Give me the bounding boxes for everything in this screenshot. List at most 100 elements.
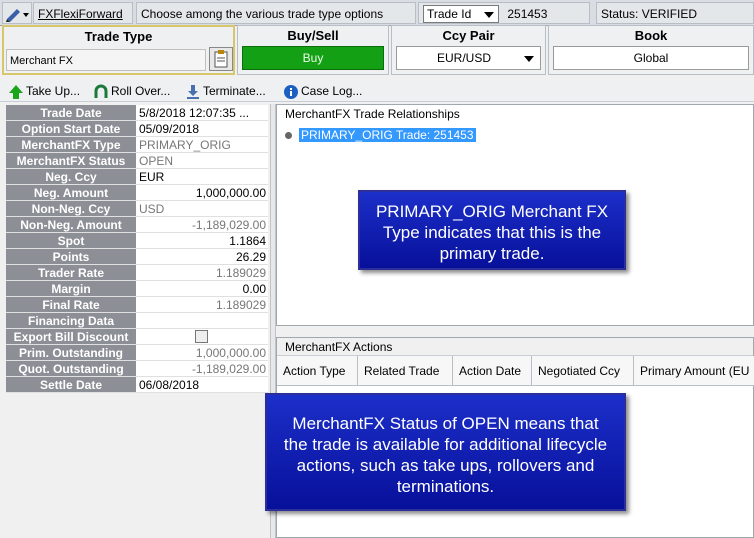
arrow-up-icon [9, 84, 23, 99]
tree-node-icon [285, 132, 292, 140]
field-row-trade-date: Trade Date 5/8/2018 12:07:35 ... [6, 105, 268, 121]
form-name-link[interactable]: FXFlexiForward [33, 2, 133, 24]
field-label: Trader Rate [6, 265, 137, 280]
field-value[interactable]: EUR [137, 169, 268, 184]
field-value: OPEN [137, 153, 268, 168]
roll-over-label: Roll Over... [111, 84, 171, 98]
book-title: Book [634, 28, 668, 43]
field-row-non-neg-amount: Non-Neg. Amount -1,189,029.00 [6, 217, 268, 233]
field-value: 1,000,000.00 [137, 345, 268, 360]
field-label: Neg. Ccy [6, 169, 137, 184]
field-value [137, 329, 268, 344]
column-header[interactable]: Action Date [453, 356, 532, 386]
field-value[interactable]: 05/09/2018 [137, 121, 268, 136]
relationship-item-label: PRIMARY_ORIG Trade: 251453 [299, 128, 476, 142]
column-header[interactable]: Negotiated Ccy [532, 356, 634, 386]
field-value: -1,189,029.00 [137, 361, 268, 376]
field-value: PRIMARY_ORIG [137, 137, 268, 152]
field-row-merchantfx-status: MerchantFX Status OPEN [6, 153, 268, 169]
field-label: Non-Neg. Ccy [6, 201, 137, 216]
roll-over-button[interactable]: Roll Over... [93, 82, 170, 100]
field-row-final-rate: Final Rate 1.189029 [6, 297, 268, 313]
export-bill-discount-checkbox[interactable] [195, 330, 208, 343]
terminate-label: Terminate... [203, 84, 266, 98]
clipboard-icon [214, 50, 228, 68]
field-label: Margin [6, 281, 137, 296]
trade-type-field[interactable]: Merchant FX [6, 49, 206, 71]
field-row-neg-amount: Neg. Amount 1,000,000.00 [6, 185, 268, 201]
hint-text: Choose among the various trade type opti… [136, 2, 416, 24]
field-value[interactable] [137, 313, 268, 328]
ccy-pair-select[interactable]: EUR/USD [396, 46, 541, 70]
id-type-select[interactable]: Trade Id [423, 5, 499, 23]
chevron-down-icon [524, 56, 534, 62]
ccy-pair-title: Ccy Pair [442, 28, 495, 43]
trade-type-picker-button[interactable] [209, 47, 233, 71]
trade-details-grid: Trade Date 5/8/2018 12:07:35 ... Option S… [6, 105, 268, 393]
field-value[interactable]: 26.29 [137, 249, 268, 264]
field-row-points: Points 26.29 [6, 249, 268, 265]
field-label: Quot. Outstanding [6, 361, 137, 376]
buy-sell-toggle[interactable]: Buy [242, 46, 384, 70]
column-header[interactable]: Primary Amount (EU [634, 356, 754, 386]
field-value: 1.189029 [137, 297, 268, 312]
app-menu-button[interactable] [2, 2, 32, 24]
column-header[interactable]: Related Trade [358, 356, 453, 386]
book-panel: Book Global [548, 25, 754, 75]
chevron-down-icon [484, 12, 494, 18]
column-header[interactable]: Action Type [277, 356, 358, 386]
field-label: Financing Data [6, 313, 137, 328]
relationship-tree-item[interactable]: PRIMARY_ORIG Trade: 251453 [285, 127, 476, 143]
field-label: MerchantFX Type [6, 137, 137, 152]
field-label: Spot [6, 233, 137, 248]
field-value: -1,189,029.00 [137, 217, 268, 232]
field-row-neg-ccy: Neg. Ccy EUR [6, 169, 268, 185]
ccy-pair-panel: Ccy Pair EUR/USD [391, 25, 546, 75]
field-value: 1.189029 [137, 265, 268, 280]
terminate-button[interactable]: Terminate... [185, 82, 266, 100]
buy-sell-title: Buy/Sell [287, 28, 339, 43]
field-row-non-neg-ccy: Non-Neg. Ccy USD [6, 201, 268, 217]
info-icon [284, 84, 298, 99]
take-up-label: Take Up... [26, 84, 81, 98]
buy-sell-panel: Buy/Sell Buy [237, 25, 389, 75]
case-log-button[interactable]: Case Log... [283, 82, 362, 100]
trade-id-group: Trade Id 251453 [418, 2, 590, 24]
field-row-export-bill-discount: Export Bill Discount [6, 329, 268, 345]
field-value[interactable]: 1,000,000.00 [137, 185, 268, 200]
take-up-button[interactable]: Take Up... [8, 82, 80, 100]
field-row-quot-outstanding: Quot. Outstanding -1,189,029.00 [6, 361, 268, 377]
field-row-settle-date: Settle Date 06/08/2018 [6, 377, 268, 393]
field-value[interactable]: 1.1864 [137, 233, 268, 248]
action-toolbar: Take Up... Roll Over... Terminate... Cas… [0, 80, 754, 102]
field-row-prim-outstanding: Prim. Outstanding 1,000,000.00 [6, 345, 268, 361]
field-row-margin: Margin 0.00 [6, 281, 268, 297]
field-label: Settle Date [6, 377, 137, 392]
status-badge: Status: VERIFIED [596, 2, 754, 24]
status-callout: MerchantFX Status of OPEN means that the… [265, 393, 626, 511]
edit-icon [6, 9, 29, 22]
case-log-label: Case Log... [301, 84, 363, 98]
field-label: Prim. Outstanding [6, 345, 137, 360]
field-row-merchantfx-type: MerchantFX Type PRIMARY_ORIG [6, 137, 268, 153]
field-row-spot: Spot 1.1864 [6, 233, 268, 249]
id-type-label: Trade Id [427, 7, 472, 21]
field-label: Export Bill Discount [6, 329, 137, 344]
book-field[interactable]: Global [553, 46, 749, 70]
trade-id-value[interactable]: 251453 [507, 7, 547, 21]
trade-type-panel: Trade Type Merchant FX [2, 25, 235, 75]
field-value: USD [137, 201, 268, 216]
field-row-financing-data: Financing Data [6, 313, 268, 329]
field-value[interactable]: 0.00 [137, 281, 268, 296]
field-row-option-start-date: Option Start Date 05/09/2018 [6, 121, 268, 137]
field-value[interactable]: 5/8/2018 12:07:35 ... [137, 105, 268, 120]
rollover-icon [94, 84, 108, 98]
field-label: Trade Date [6, 105, 137, 120]
actions-title: MerchantFX Actions [277, 338, 753, 356]
field-label: Points [6, 249, 137, 264]
top-bar: FXFlexiForward Choose among the various … [0, 0, 754, 26]
actions-table-header: Action Type Related Trade Action Date Ne… [277, 356, 754, 386]
ccy-pair-value: EUR/USD [437, 51, 492, 65]
field-value[interactable]: 06/08/2018 [137, 377, 268, 392]
field-label: MerchantFX Status [6, 153, 137, 168]
